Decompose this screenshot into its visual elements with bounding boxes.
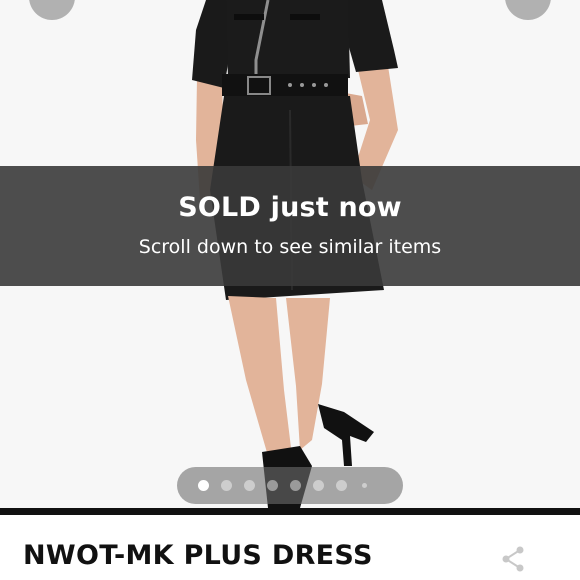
sold-status-text: SOLD just now <box>178 192 402 223</box>
section-divider <box>0 508 580 515</box>
listing-title: NWOT-MK PLUS DRESS <box>23 540 373 571</box>
pager-dot[interactable] <box>362 483 367 488</box>
share-icon[interactable] <box>498 544 528 574</box>
pager-dot[interactable] <box>267 480 278 491</box>
photo-pager[interactable] <box>177 467 403 504</box>
sold-banner: SOLD just now Scroll down to see similar… <box>0 166 580 286</box>
pager-dot[interactable] <box>221 480 232 491</box>
pager-dot[interactable] <box>336 480 347 491</box>
pager-dot[interactable] <box>244 480 255 491</box>
pager-dot[interactable] <box>290 480 301 491</box>
pager-dot[interactable] <box>198 480 209 491</box>
sold-hint-text: Scroll down to see similar items <box>138 236 442 258</box>
pager-dot[interactable] <box>313 480 324 491</box>
